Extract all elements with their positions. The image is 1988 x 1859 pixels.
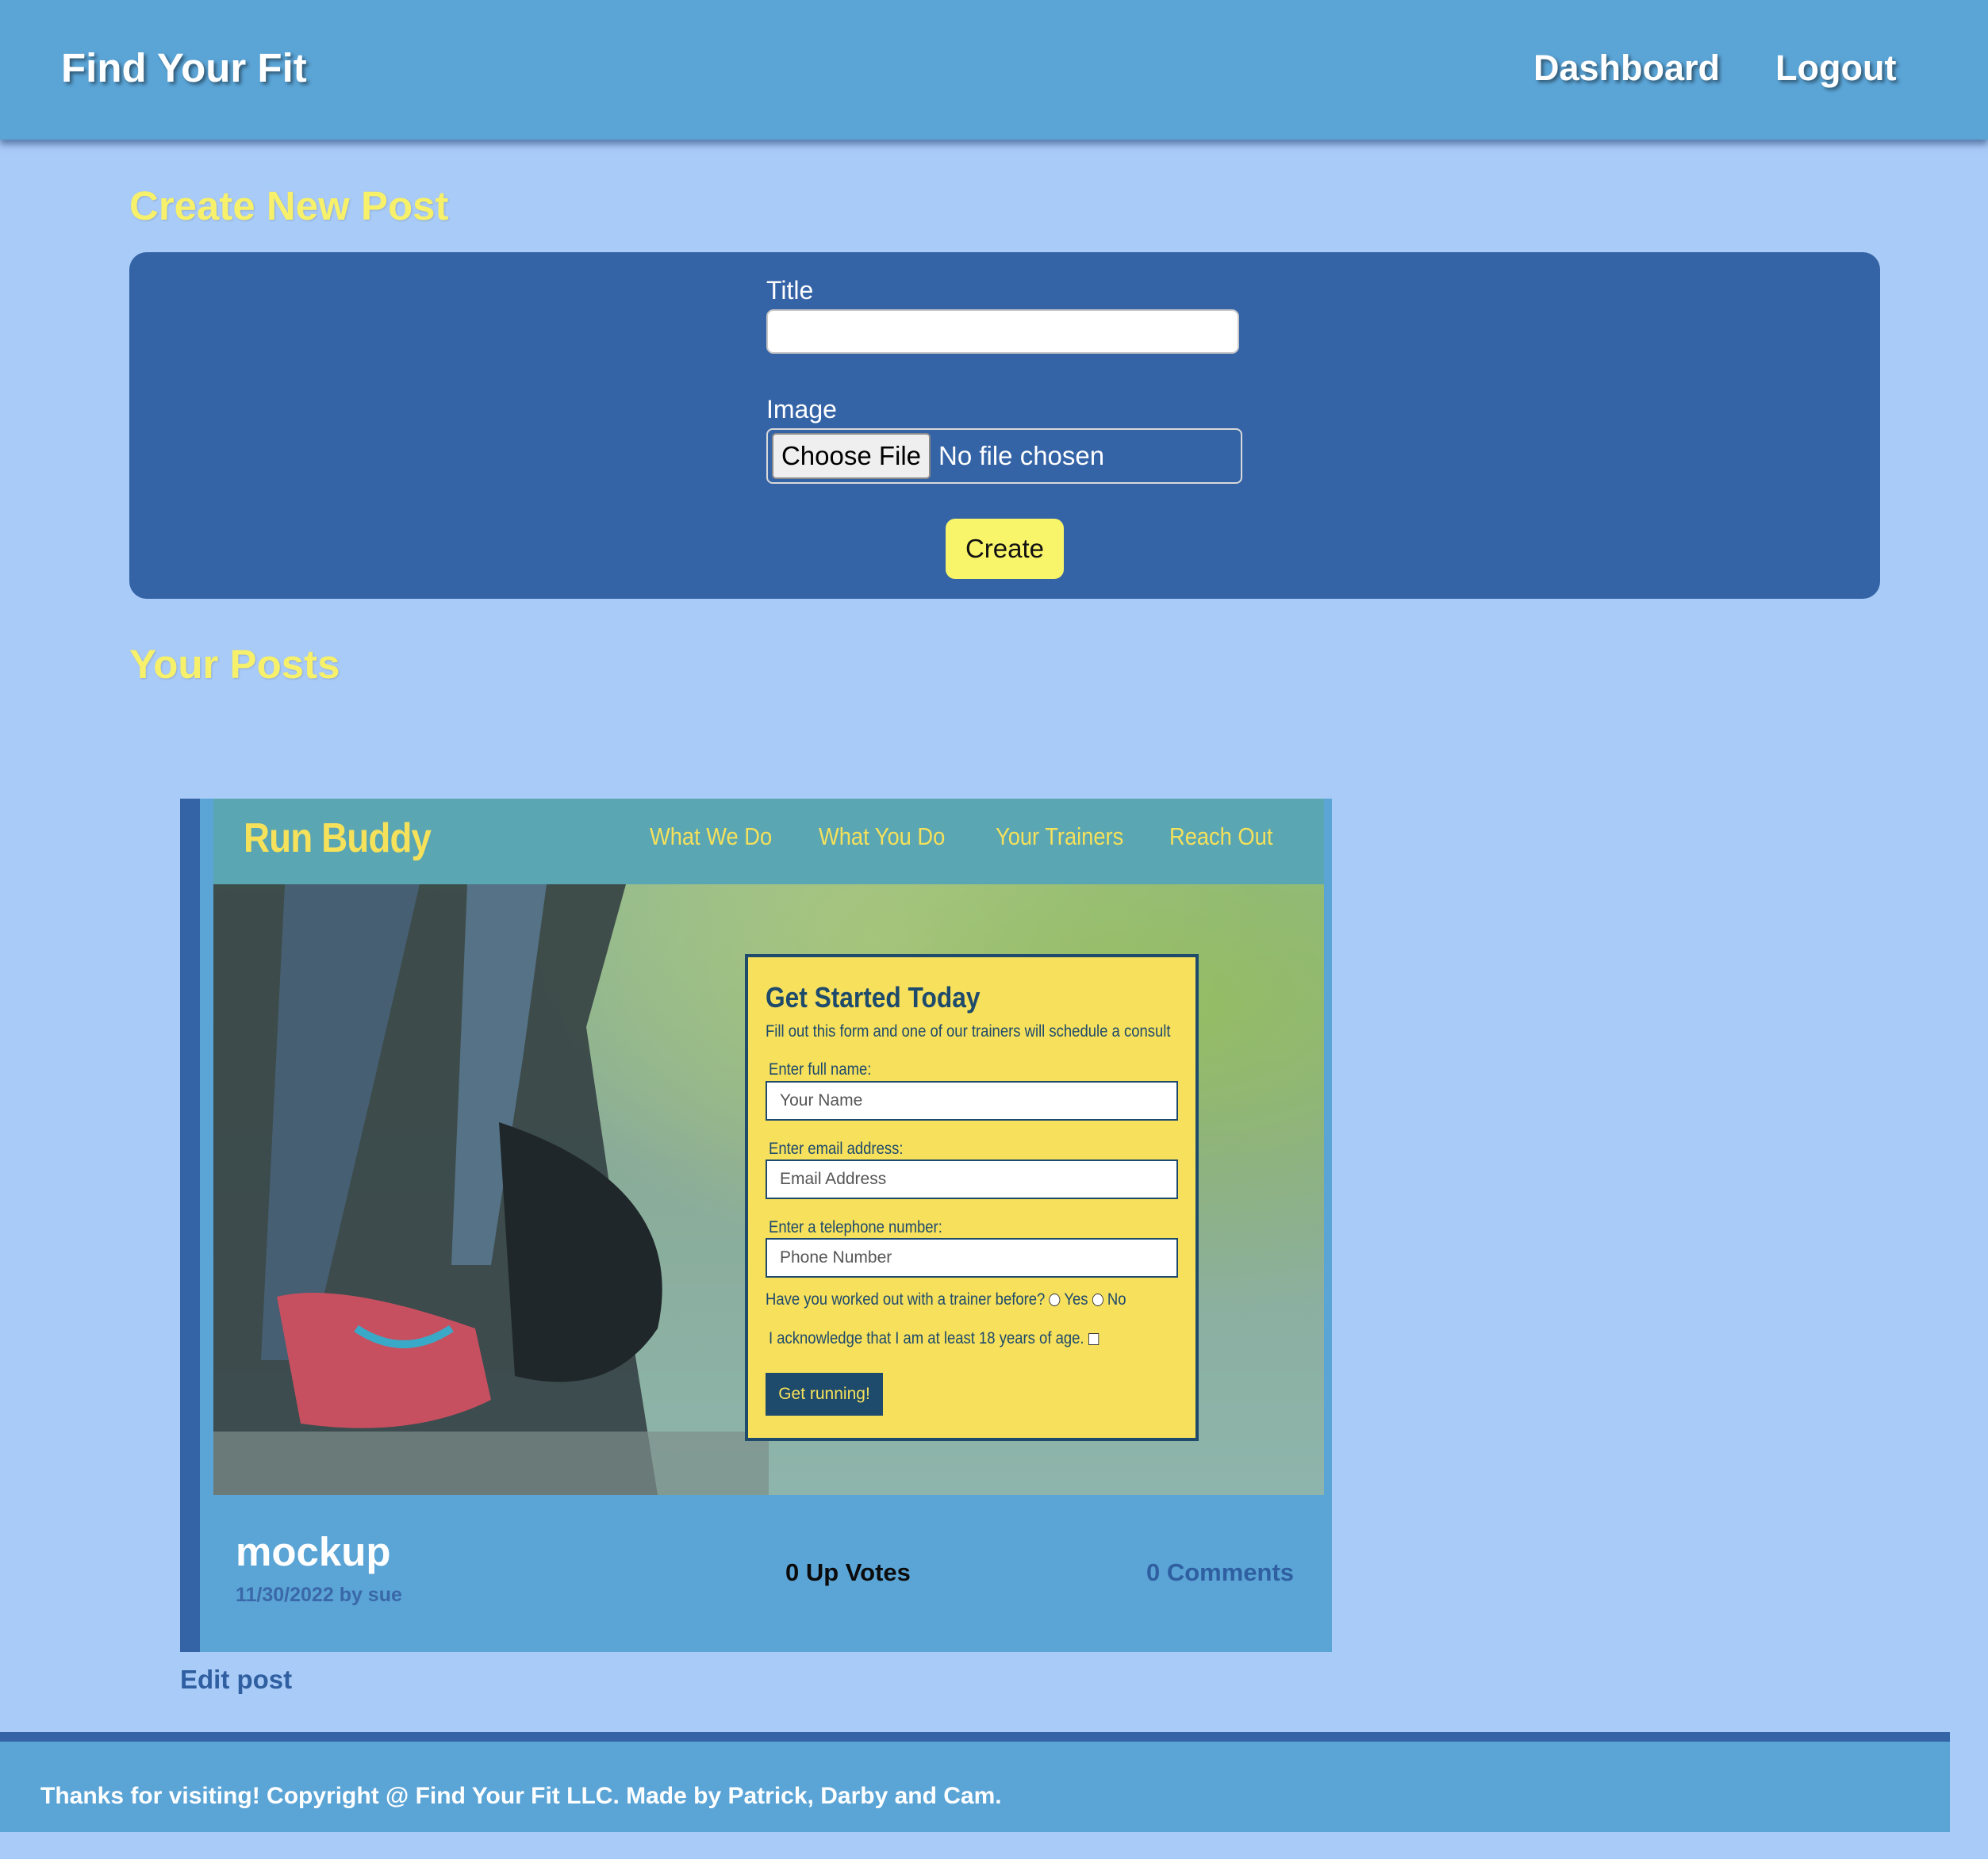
mockup-nav-item: Your Trainers <box>996 822 1124 850</box>
site-header: Find Your Fit Dashboard Logout <box>0 0 1988 140</box>
mockup-age-ack: I acknowledge that I am at least 18 year… <box>769 1329 1099 1348</box>
post-image: Run Buddy What We Do What You Do Your Tr… <box>213 799 1324 1495</box>
mockup-hero: Get Started Today Fill out this form and… <box>213 884 1324 1495</box>
mockup-phone-input: Phone Number <box>766 1238 1178 1278</box>
title-input[interactable] <box>766 309 1239 354</box>
image-label: Image <box>766 395 837 424</box>
mockup-radio-yes <box>1049 1294 1061 1307</box>
post-accent-bar <box>180 799 200 1652</box>
mockup-form-subtitle: Fill out this form and one of our traine… <box>766 1022 1171 1041</box>
create-post-form: Title Image Choose File No file chosen C… <box>129 252 1880 599</box>
mockup-nav-item: Reach Out <box>1169 822 1273 850</box>
mockup-name-input: Your Name <box>766 1081 1178 1121</box>
edit-post-link[interactable]: Edit post <box>180 1665 292 1695</box>
file-status: No file chosen <box>938 441 1105 470</box>
mockup-age-checkbox <box>1088 1332 1099 1345</box>
post-votes: 0 Up Votes <box>785 1558 911 1586</box>
mockup-nav-item: What You Do <box>819 822 946 850</box>
create-button[interactable]: Create <box>946 519 1064 579</box>
mockup-logo: Run Buddy <box>244 815 432 861</box>
post-meta: 11/30/2022 by sue <box>236 1584 402 1606</box>
nav-logout[interactable]: Logout <box>1775 48 1896 89</box>
footer-text: Thanks for visiting! Copyright @ Find Yo… <box>40 1783 1002 1809</box>
image-file-input[interactable]: Choose File No file chosen <box>766 428 1242 484</box>
mockup-name-label: Enter full name: <box>769 1060 872 1079</box>
title-label: Title <box>766 276 814 305</box>
mockup-email-label: Enter email address: <box>769 1140 904 1158</box>
mockup-radio-no <box>1092 1294 1103 1307</box>
mockup-form-title: Get Started Today <box>766 981 981 1014</box>
mockup-trainer-question: Have you worked out with a trainer befor… <box>766 1290 1126 1309</box>
post-card[interactable]: Run Buddy What We Do What You Do Your Tr… <box>180 799 1332 1652</box>
nav-dashboard[interactable]: Dashboard <box>1533 48 1720 89</box>
site-title[interactable]: Find Your Fit <box>61 44 307 91</box>
mockup-email-input: Email Address <box>766 1159 1178 1199</box>
mockup-yes-label: Yes <box>1064 1290 1088 1309</box>
mockup-header: Run Buddy What We Do What You Do Your Tr… <box>213 799 1324 884</box>
mockup-age-ack-text: I acknowledge that I am at least 18 year… <box>769 1329 1084 1347</box>
mockup-form: Get Started Today Fill out this form and… <box>745 954 1199 1441</box>
mockup-trainer-question-text: Have you worked out with a trainer befor… <box>766 1290 1046 1309</box>
mockup-phone-label: Enter a telephone number: <box>769 1218 942 1236</box>
mockup-submit-button: Get running! <box>766 1373 883 1416</box>
post-comments-link[interactable]: 0 Comments <box>1146 1558 1294 1587</box>
create-post-heading: Create New Post <box>129 183 449 228</box>
mockup-nav-item: What We Do <box>650 822 773 850</box>
post-title[interactable]: mockup <box>236 1528 391 1575</box>
mockup-no-label: No <box>1107 1290 1126 1309</box>
choose-file-button[interactable]: Choose File <box>772 433 931 479</box>
your-posts-heading: Your Posts <box>129 642 340 687</box>
site-footer: Thanks for visiting! Copyright @ Find Yo… <box>0 1732 1950 1832</box>
